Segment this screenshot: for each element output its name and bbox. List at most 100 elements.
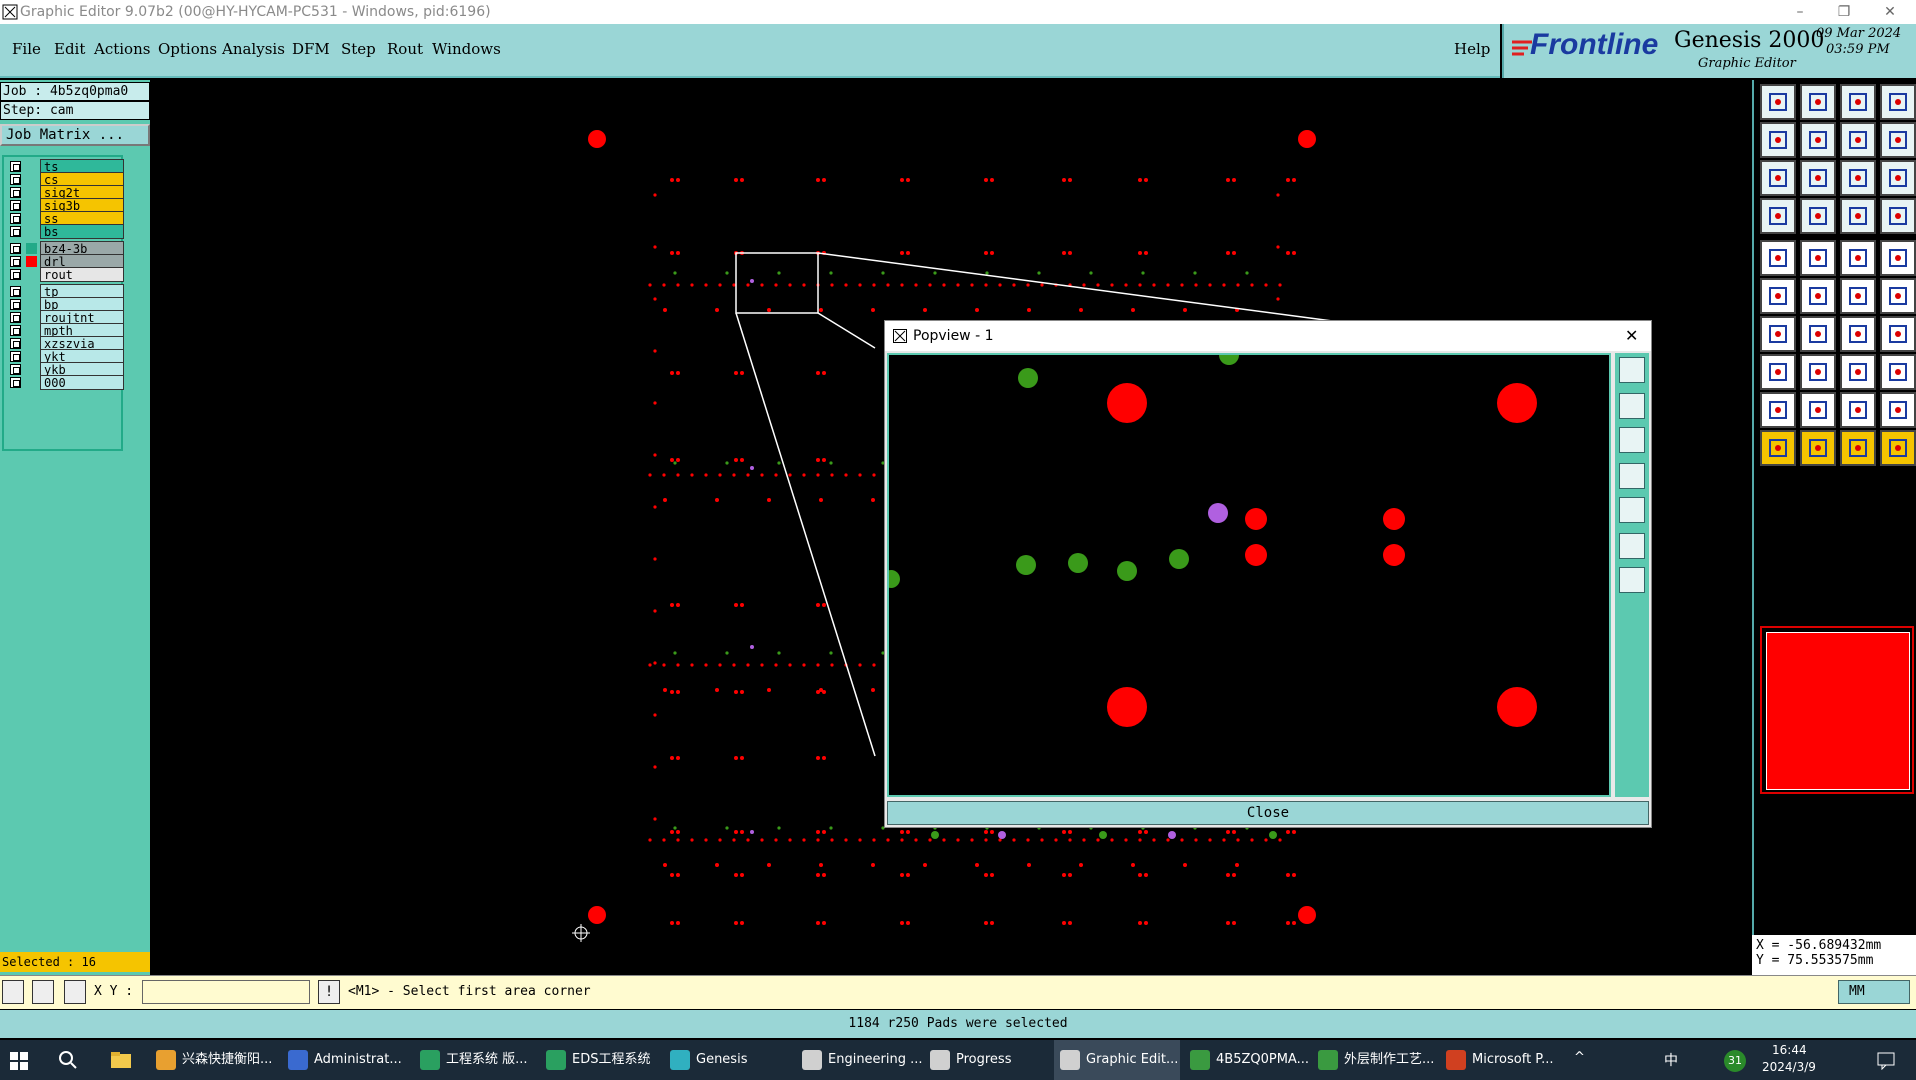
layer-checkbox[interactable]: [10, 174, 21, 185]
taskbar-date[interactable]: 2024/3/9: [1762, 1060, 1816, 1074]
link-icon[interactable]: [1880, 278, 1916, 314]
taskbar-app[interactable]: 4B5ZQ0PMA...: [1184, 1040, 1310, 1080]
notification-badge[interactable]: 31: [1724, 1050, 1746, 1072]
circle-icon[interactable]: [1880, 240, 1916, 276]
group-icon[interactable]: [1880, 354, 1916, 390]
layer-checkbox[interactable]: [10, 269, 21, 280]
connect-icon[interactable]: [1760, 278, 1796, 314]
layer-checkbox[interactable]: [10, 312, 21, 323]
menu-file[interactable]: File: [12, 40, 41, 58]
file-explorer-icon[interactable]: [110, 1050, 132, 1070]
popview-canvas[interactable]: [887, 353, 1611, 797]
close-window-button[interactable]: ✕: [1870, 0, 1910, 24]
popview-pan-left-button[interactable]: [1619, 463, 1645, 489]
undo-icon[interactable]: [1840, 122, 1876, 158]
menu-windows[interactable]: Windows: [432, 40, 501, 58]
cut-icon[interactable]: [1880, 316, 1916, 352]
select-touch-icon[interactable]: [1840, 430, 1876, 466]
redo-icon[interactable]: [1880, 122, 1916, 158]
taskbar-app[interactable]: Microsoft P...: [1440, 1040, 1566, 1080]
popview-zoom-in-button[interactable]: [1619, 393, 1645, 419]
feature-icon[interactable]: [1800, 240, 1836, 276]
taskbar-app[interactable]: Graphic Edit...: [1054, 1040, 1180, 1080]
route-icon[interactable]: [1880, 198, 1916, 234]
layer-checkbox[interactable]: [10, 226, 21, 237]
taskbar-app[interactable]: Progress: [924, 1040, 1050, 1080]
minimize-button[interactable]: –: [1780, 0, 1820, 24]
layer-checkbox[interactable]: [10, 161, 21, 172]
menu-edit[interactable]: Edit: [54, 40, 85, 58]
align-icon[interactable]: [1840, 354, 1876, 390]
menu-rout[interactable]: Rout: [387, 40, 423, 58]
layer-checkbox[interactable]: [10, 213, 21, 224]
popview-close-icon[interactable]: ✕: [1625, 321, 1638, 351]
units-selector[interactable]: MM: [1838, 980, 1910, 1004]
restore-button[interactable]: ❐: [1824, 0, 1864, 24]
letter-a-icon[interactable]: [1800, 392, 1836, 428]
pad-icon[interactable]: [1800, 198, 1836, 234]
layer-checkbox[interactable]: [10, 243, 21, 254]
layout-icon[interactable]: [1880, 84, 1916, 120]
popview-home-button[interactable]: [1619, 567, 1645, 593]
shape-icon[interactable]: [1760, 240, 1796, 276]
layer-checkbox[interactable]: [10, 187, 21, 198]
layer-name[interactable]: bs: [40, 224, 124, 239]
angle-icon[interactable]: [1760, 316, 1796, 352]
save-icon[interactable]: [1800, 84, 1836, 120]
layer-checkbox[interactable]: [10, 338, 21, 349]
layer-checkbox[interactable]: [10, 351, 21, 362]
popview-zoom-fit-button[interactable]: [1619, 357, 1645, 383]
zoom-center-icon[interactable]: [1800, 160, 1836, 196]
select-box-icon[interactable]: [1800, 430, 1836, 466]
grid-icon[interactable]: [64, 980, 86, 1004]
line-icon[interactable]: [1800, 316, 1836, 352]
layer-checkbox[interactable]: [10, 364, 21, 375]
windows-start-icon[interactable]: [10, 1052, 28, 1070]
arch-icon[interactable]: [1840, 392, 1876, 428]
step-in-icon[interactable]: [1760, 122, 1796, 158]
layer-checkbox[interactable]: [10, 286, 21, 297]
taskbar-app[interactable]: 外层制作工艺...: [1312, 1040, 1438, 1080]
popview-pan-right-button[interactable]: [1619, 497, 1645, 523]
menu-help[interactable]: Help: [1454, 40, 1490, 58]
taskbar-app[interactable]: EDS工程系统: [540, 1040, 666, 1080]
taskbar-app[interactable]: 工程系统 版...: [414, 1040, 540, 1080]
snap-mode-icon[interactable]: [2, 980, 24, 1004]
drill-icon[interactable]: [1840, 198, 1876, 234]
layer-checkbox[interactable]: [10, 200, 21, 211]
menu-options[interactable]: Options: [158, 40, 217, 58]
layer-checkbox[interactable]: [10, 377, 21, 388]
menu-dfm[interactable]: DFM: [292, 40, 330, 58]
snap-icon[interactable]: [1760, 198, 1796, 234]
draw-mode-icon[interactable]: [32, 980, 54, 1004]
taskbar-app[interactable]: Administrat...: [282, 1040, 408, 1080]
zoom-fit-icon[interactable]: [1760, 160, 1796, 196]
layer-checkbox[interactable]: [10, 325, 21, 336]
popview-zoom-out-button[interactable]: [1619, 427, 1645, 453]
popview-close-button[interactable]: Close: [887, 801, 1649, 825]
select-chain-icon[interactable]: [1880, 430, 1916, 466]
taskbar-clock[interactable]: 16:44: [1772, 1043, 1807, 1057]
scale-icon[interactable]: [1840, 160, 1876, 196]
search-icon[interactable]: [58, 1050, 78, 1070]
layer-checkbox[interactable]: [10, 299, 21, 310]
info-icon[interactable]: !: [318, 980, 340, 1004]
layer-row-rout[interactable]: rout: [6, 267, 124, 282]
menu-step[interactable]: Step: [341, 40, 376, 58]
help-icon[interactable]: [1880, 160, 1916, 196]
taskbar-app[interactable]: Engineering ...: [796, 1040, 923, 1080]
step-out-icon[interactable]: [1800, 122, 1836, 158]
taskbar-app[interactable]: 兴森快捷衡阳...: [150, 1040, 276, 1080]
node-icon[interactable]: [1840, 278, 1876, 314]
measure-icon[interactable]: [1840, 240, 1876, 276]
move-icon[interactable]: [1800, 354, 1836, 390]
layer-name[interactable]: rout: [40, 267, 124, 282]
triangle-icon[interactable]: [1760, 392, 1796, 428]
layer-row-000[interactable]: 000: [6, 375, 124, 390]
arc-icon[interactable]: [1840, 316, 1876, 352]
notification-center-icon[interactable]: [1876, 1050, 1896, 1070]
delete-icon[interactable]: [1800, 278, 1836, 314]
ime-indicator[interactable]: 中: [1664, 1050, 1678, 1070]
home-icon[interactable]: [1840, 84, 1876, 120]
menu-analysis[interactable]: Analysis: [222, 40, 285, 58]
